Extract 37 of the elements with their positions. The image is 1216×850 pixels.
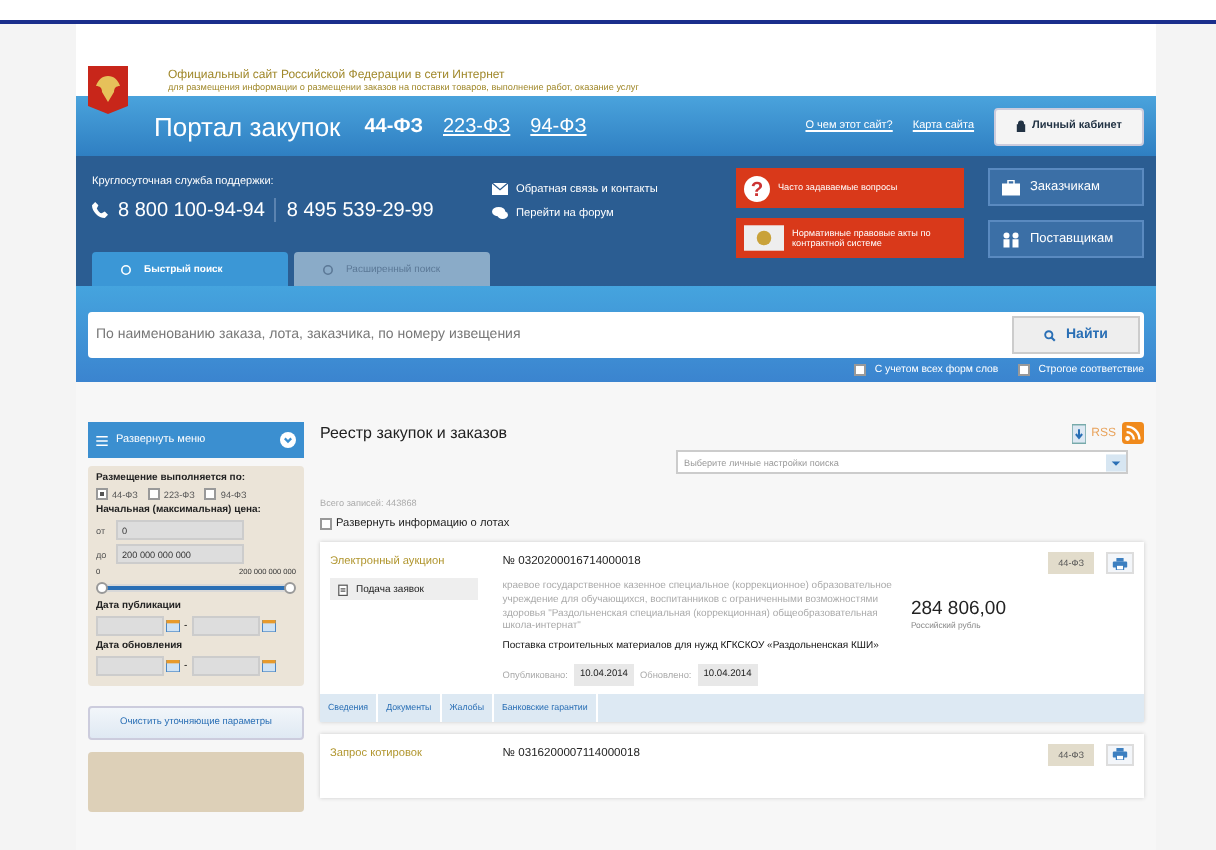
date-field[interactable] xyxy=(191,656,260,676)
chat-bubbles-icon xyxy=(492,206,508,220)
printer-icon xyxy=(1112,557,1128,569)
coat-of-arms-icon xyxy=(88,64,128,116)
question-icon: ? xyxy=(744,175,770,201)
calendar-icon[interactable] xyxy=(261,660,276,672)
rss-icon[interactable] xyxy=(1122,422,1144,444)
price-amount: 284 806,00 xyxy=(910,598,1008,620)
slider-handle[interactable] xyxy=(284,582,296,594)
chevron-down-icon xyxy=(280,432,296,448)
envelope-icon xyxy=(492,182,508,196)
date-field[interactable] xyxy=(191,616,260,636)
registry-title: Реестр закупок и заказов xyxy=(320,424,508,442)
lock-icon xyxy=(1016,120,1027,132)
calendar-icon[interactable] xyxy=(261,620,276,632)
portal-title: Портал закупок xyxy=(154,111,341,141)
print-button[interactable] xyxy=(1106,743,1134,766)
slider-handle[interactable] xyxy=(96,582,108,594)
clipboard-icon xyxy=(338,583,348,595)
phone-number: 8 495 539-29-99 xyxy=(286,199,434,221)
calendar-icon[interactable] xyxy=(166,660,180,672)
people-icon xyxy=(1002,231,1020,247)
download-icon[interactable] xyxy=(1071,423,1086,443)
phone-icon xyxy=(92,202,108,218)
date-field[interactable] xyxy=(96,616,164,636)
emblem-icon xyxy=(744,224,784,252)
calendar-icon[interactable] xyxy=(166,620,180,632)
law-tab[interactable]: 44-ФЗ xyxy=(364,115,423,137)
list-icon xyxy=(96,435,108,445)
date-field[interactable] xyxy=(96,656,164,676)
search-icon xyxy=(1044,329,1056,341)
print-button[interactable] xyxy=(1106,552,1134,574)
law-tab[interactable]: 223-ФЗ xyxy=(443,115,511,137)
printer-icon xyxy=(1112,748,1128,761)
briefcase-icon xyxy=(1002,179,1020,195)
law-tab[interactable]: 94-ФЗ xyxy=(530,115,587,137)
phone-number: 8 800 100-94-94 xyxy=(118,199,265,221)
